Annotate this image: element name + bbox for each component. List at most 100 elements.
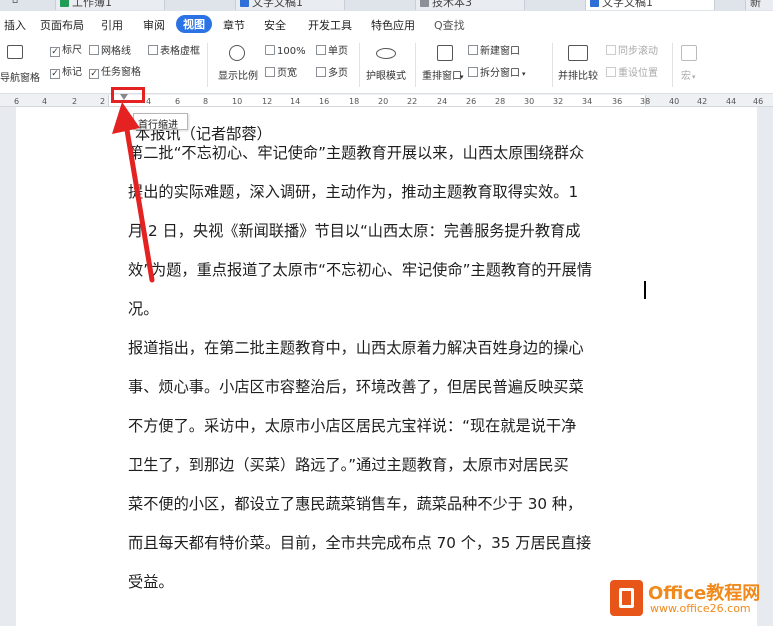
ruler-tick-label: 16 bbox=[319, 97, 330, 106]
windows-stack-icon bbox=[437, 45, 453, 61]
menu-references[interactable]: 引用 bbox=[101, 17, 123, 33]
chevron-down-icon: ▾ bbox=[522, 70, 526, 78]
document-icon bbox=[420, 0, 429, 7]
nav-pane-label: 导航窗格 bbox=[0, 73, 40, 84]
ruler-tick-label: 12 bbox=[262, 97, 273, 106]
document-line[interactable]: 月 2 日，央视《新闻联播》节目以“山西太原：完善服务提升教育成 bbox=[128, 212, 648, 250]
checkbox-checked-icon: ✓ bbox=[50, 69, 60, 79]
ruler-tick-label: 42 bbox=[697, 97, 708, 106]
markup-checkbox[interactable]: ✓ 标记 bbox=[50, 67, 82, 79]
ruler-tick-label: 2 bbox=[72, 97, 78, 106]
page-width-icon bbox=[265, 67, 275, 77]
tab-label: 工作簿1 bbox=[72, 0, 112, 9]
ruler-tick-label: 36 bbox=[612, 97, 623, 106]
page-width-button[interactable]: 页宽 bbox=[265, 67, 297, 80]
document-line[interactable]: 事、烦心事。小店区市容整治后，环境改善了，但居民普遍反映买菜 bbox=[128, 368, 648, 406]
multi-page-label: 多页 bbox=[328, 68, 348, 79]
menu-review[interactable]: 审阅 bbox=[143, 17, 165, 33]
document-icon bbox=[590, 0, 599, 7]
ruler-tick-label: 32 bbox=[553, 97, 564, 106]
document-line[interactable]: 况。 bbox=[128, 290, 648, 328]
chevron-down-icon: ▾ bbox=[692, 73, 696, 81]
tab-new[interactable]: 新 bbox=[745, 0, 773, 10]
macro-icon bbox=[681, 45, 697, 61]
document-line[interactable]: 卫生了，到那边（买菜）路远了。”通过主题教育，太原市对居民买 bbox=[128, 446, 648, 484]
menu-chapter[interactable]: 章节 bbox=[223, 17, 245, 33]
single-page-label: 单页 bbox=[328, 46, 348, 57]
document-line[interactable]: 提出的实际难题，深入调研，主动作为，推动主题教育取得实效。1 bbox=[128, 173, 648, 211]
gridlines-checkbox[interactable]: 网格线 bbox=[89, 45, 131, 58]
tab-nav-icon[interactable]: ⌂ bbox=[10, 0, 28, 10]
single-page-icon bbox=[316, 45, 326, 55]
divider bbox=[359, 43, 360, 87]
magnifier-icon bbox=[229, 45, 245, 61]
single-page-button[interactable]: 单页 bbox=[316, 45, 348, 58]
document-line[interactable]: 不方便了。采访中，太原市小店区居民亢宝祥说：“现在就是说干净 bbox=[128, 407, 648, 445]
nav-pane-button[interactable]: 导航窗格 bbox=[0, 43, 40, 89]
ruler-tick-label: 28 bbox=[495, 97, 506, 106]
multi-page-button[interactable]: 多页 bbox=[316, 67, 348, 80]
tab-document-1[interactable]: 文字文稿1 bbox=[235, 0, 345, 10]
divider bbox=[672, 43, 673, 87]
menu-developer[interactable]: 开发工具 bbox=[308, 17, 352, 33]
side-by-side-label: 并排比较 bbox=[558, 71, 598, 82]
menu-search[interactable]: Q查找 bbox=[434, 17, 465, 33]
document-line[interactable]: 受益。 bbox=[128, 563, 648, 601]
task-pane-checkbox[interactable]: ✓ 任务窗格 bbox=[89, 67, 141, 79]
ruler-tick-label: 34 bbox=[582, 97, 593, 106]
new-window-button[interactable]: 新建窗口 bbox=[468, 45, 520, 58]
text-cursor bbox=[644, 281, 646, 299]
document-icon bbox=[240, 0, 249, 7]
document-line[interactable]: 效”为题，重点报道了太原市“不忘初心、牢记使命”主题教育的开展情 bbox=[128, 251, 648, 289]
document-line[interactable]: 第二批“不忘初心、牢记使命”主题教育开展以来，山西太原围绕群众 bbox=[128, 134, 648, 172]
zoom-button[interactable]: 显示比例 bbox=[216, 43, 260, 89]
side-by-side-button[interactable]: 并排比较 bbox=[556, 43, 602, 89]
table-gridlines-checkbox[interactable]: 表格虚框 bbox=[148, 45, 200, 58]
macro-button[interactable]: 宏 ▾ bbox=[678, 43, 702, 89]
tab-workbook[interactable]: 工作簿1 bbox=[55, 0, 165, 10]
ruler-tick-label: 4 bbox=[42, 97, 48, 106]
ruler-tick-label: 24 bbox=[437, 97, 448, 106]
checkbox-checked-icon: ✓ bbox=[89, 69, 99, 79]
ruler-tick-label: 10 bbox=[232, 97, 243, 106]
divider bbox=[552, 43, 553, 87]
zoom-100-icon bbox=[265, 45, 275, 55]
macro-label: 宏 bbox=[681, 71, 691, 82]
ruler-tick-label: 14 bbox=[290, 97, 301, 106]
tab-tech-doc[interactable]: 技术本3 bbox=[415, 0, 525, 10]
ruler-checkbox[interactable]: ✓ 标尺 bbox=[50, 45, 82, 57]
menu-special-apps[interactable]: 特色应用 bbox=[371, 17, 415, 33]
sync-scroll-button[interactable]: 同步滚动 bbox=[606, 45, 658, 58]
menu-insert[interactable]: 插入 bbox=[4, 17, 26, 33]
tab-label: 文字文稿1 bbox=[602, 0, 653, 9]
eye-mode-button[interactable]: 护眼模式 bbox=[364, 43, 410, 89]
new-window-label: 新建窗口 bbox=[480, 46, 520, 57]
wps-writer-window: ⌂ 工作簿1 文字文稿1 技术本3 文字文稿1 新 插入 页面布局 引用 审阅 … bbox=[0, 0, 773, 626]
document-line[interactable]: 报道指出，在第二批主题教育中，山西太原着力解决百姓身边的操心 bbox=[128, 329, 648, 367]
tab-document-active[interactable]: 文字文稿1 bbox=[585, 0, 715, 10]
document-line[interactable]: 而且每天都有特价菜。目前，全市共完成布点 70 个，35 万居民直接 bbox=[128, 524, 648, 562]
watermark-url: www.office26.com bbox=[650, 602, 751, 615]
checkbox-checked-icon: ✓ bbox=[50, 47, 60, 57]
menu-security[interactable]: 安全 bbox=[264, 17, 286, 33]
new-window-icon bbox=[468, 45, 478, 55]
ruler-tick-label: 8 bbox=[203, 97, 209, 106]
view-ribbon: 导航窗格 ✓ 标尺 网格线 表格虚框 ✓ 标记 ✓ 任务窗格 显示比例 100% 单页… bbox=[0, 39, 773, 94]
eye-mode-label: 护眼模式 bbox=[366, 71, 406, 82]
task-pane-label: 任务窗格 bbox=[101, 67, 141, 78]
menu-view[interactable]: 视图 bbox=[176, 15, 212, 33]
side-by-side-icon bbox=[568, 45, 588, 61]
document-line[interactable]: 菜不便的小区，都设立了惠民蔬菜销售车，蔬菜品种不少于 30 种， bbox=[128, 485, 648, 523]
reset-position-button[interactable]: 重设位置 bbox=[606, 67, 658, 80]
zoom-100-button[interactable]: 100% bbox=[265, 45, 306, 58]
zoom-label: 显示比例 bbox=[218, 71, 258, 82]
rearrange-windows-button[interactable]: 重排窗口 ▾ bbox=[421, 43, 467, 89]
ruler-tick-label: 40 bbox=[669, 97, 680, 106]
divider bbox=[207, 43, 208, 87]
zoom-100-label: 100% bbox=[277, 46, 306, 57]
menu-page-layout[interactable]: 页面布局 bbox=[40, 17, 84, 33]
reset-position-label: 重设位置 bbox=[618, 68, 658, 79]
spreadsheet-icon bbox=[60, 0, 69, 7]
split-window-button[interactable]: 拆分窗口 ▾ bbox=[468, 67, 526, 80]
split-window-icon bbox=[468, 67, 478, 77]
